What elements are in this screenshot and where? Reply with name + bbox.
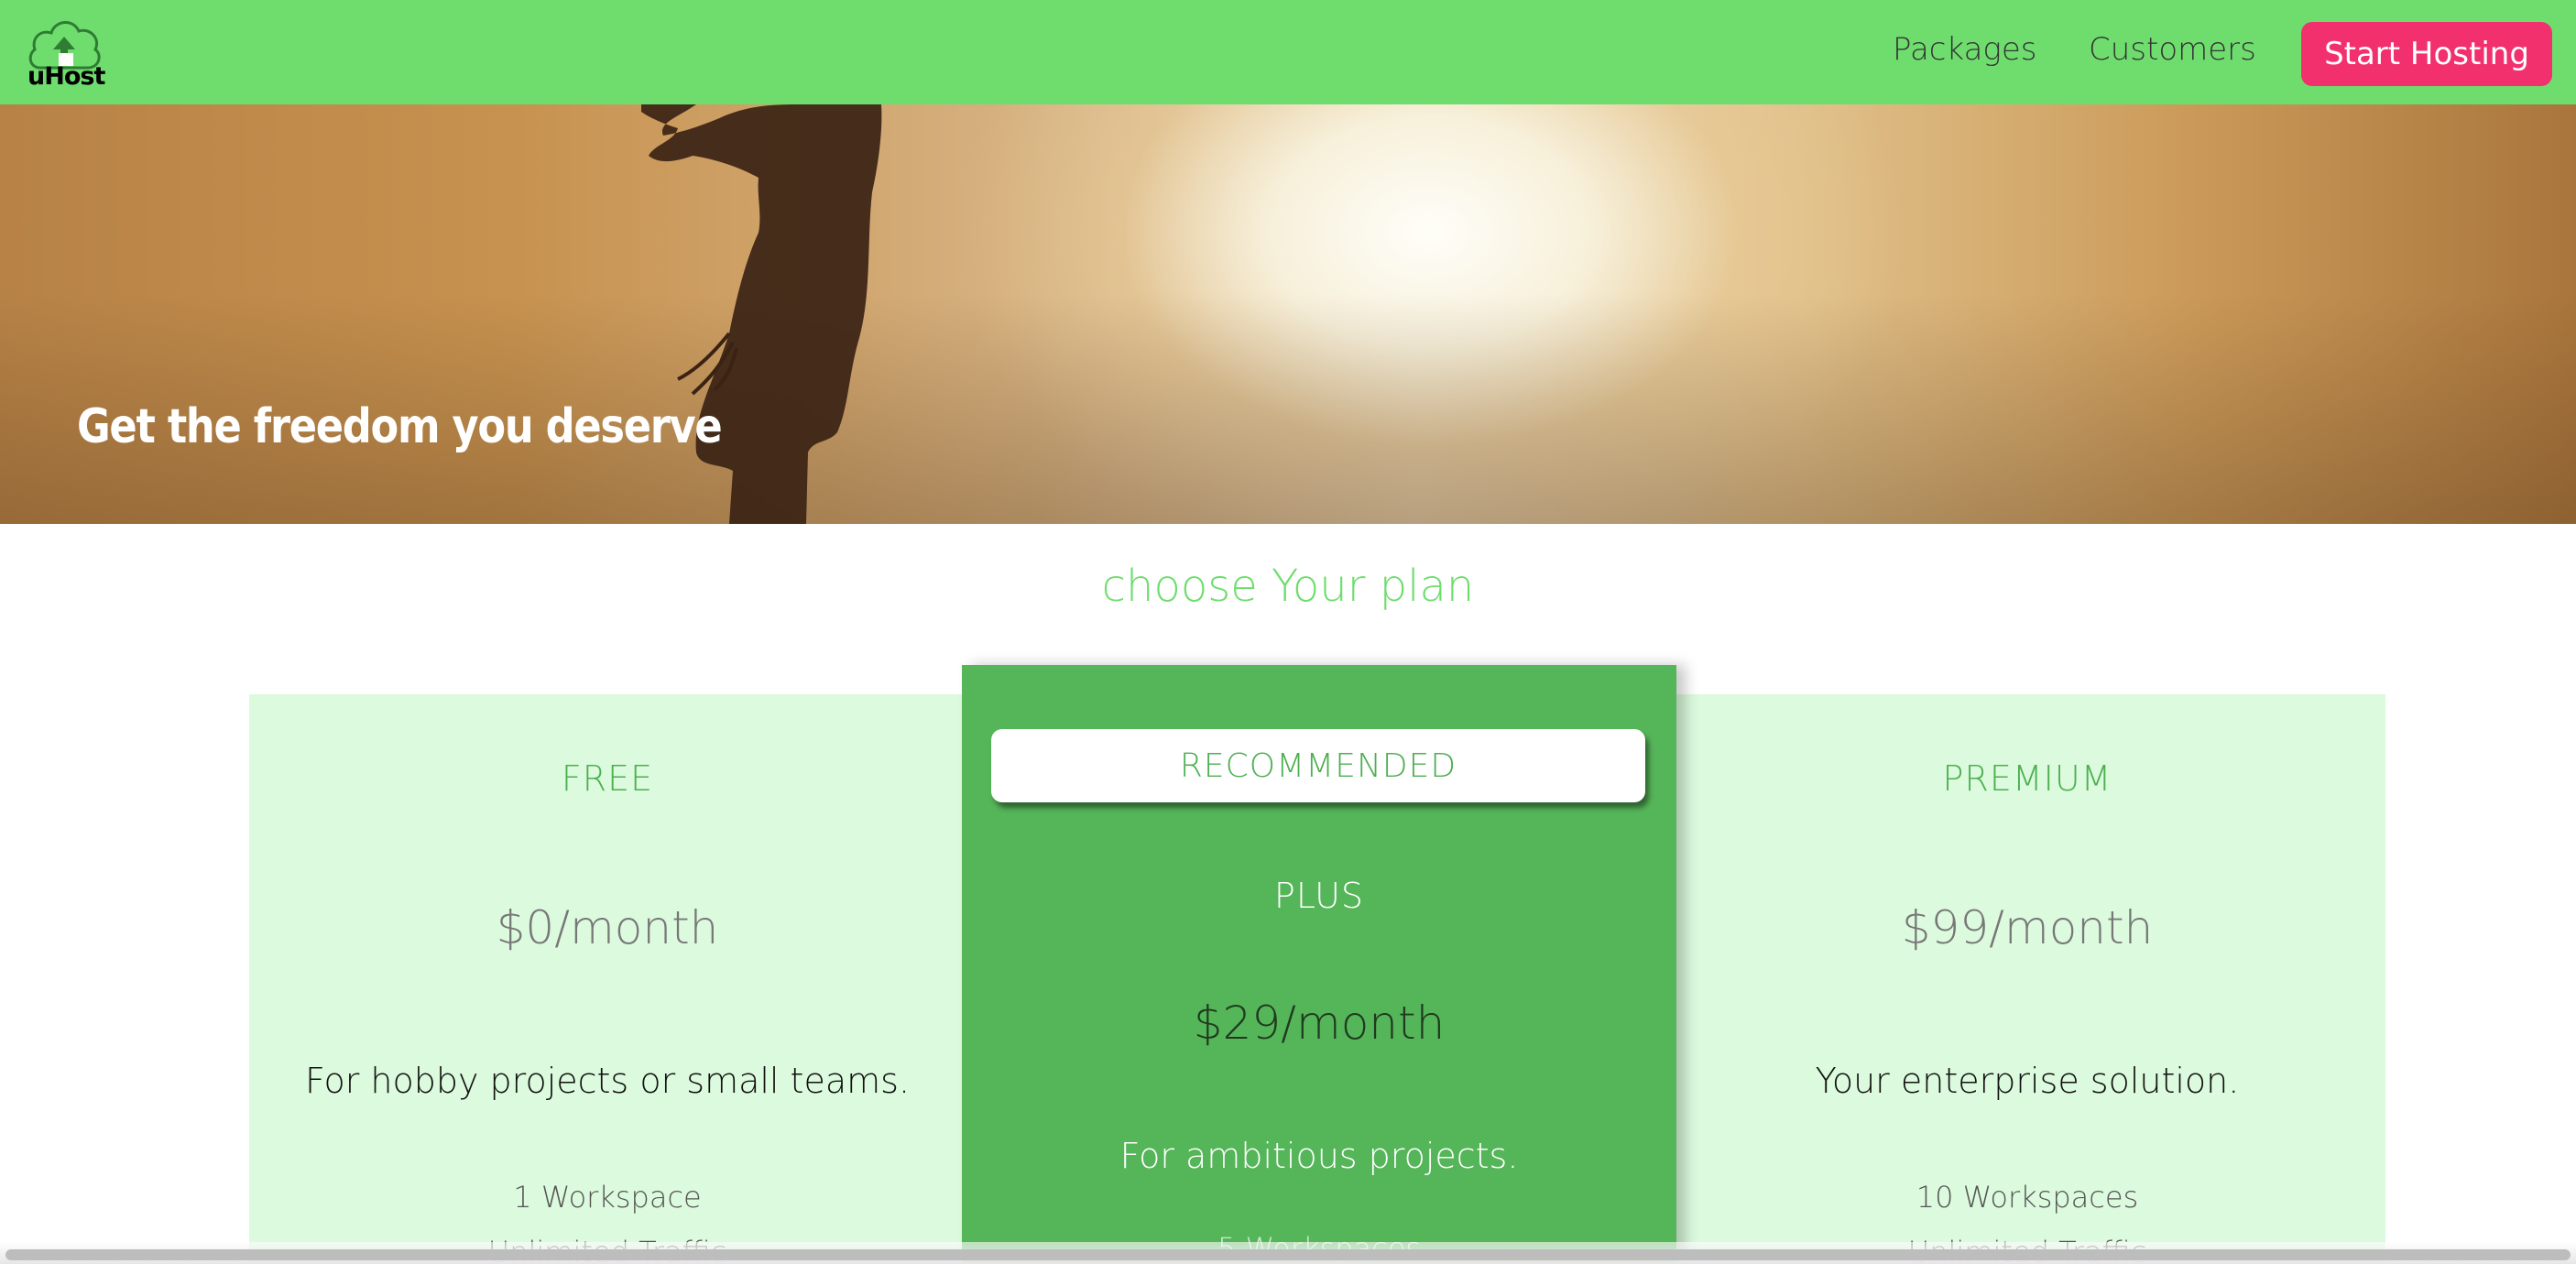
logo-text: uHost [27,62,105,91]
scrollbar-thumb[interactable] [5,1249,2571,1260]
plans-section-title: choose Your plan [1101,561,1475,612]
hero-banner: Get the freedom you deserve [0,104,2576,524]
plan-feature: 1 Workspace [513,1180,702,1215]
plan-name: PREMIUM [1942,758,2112,799]
plan-name: FREE [561,758,654,799]
start-hosting-button[interactable]: Start Hosting [2301,22,2552,86]
plan-card-plus: RECOMMENDED PLUS $29/month For ambitious… [962,665,1676,1264]
logo[interactable]: uHost [26,13,105,92]
plan-name: PLUS [1273,876,1365,916]
plan-card-premium: PREMIUM $99/month Your enterprise soluti… [1669,694,2385,1264]
person-silhouette-image [641,104,882,524]
plan-description: Your enterprise solution. [1815,1061,2240,1101]
recommended-badge: RECOMMENDED [991,729,1645,802]
plan-price: $29/month [1193,997,1446,1050]
plan-description: For ambitious projects. [1119,1136,1519,1176]
horizontal-scrollbar[interactable] [0,1242,2576,1264]
plan-feature: 10 Workspaces [1916,1180,2139,1215]
plan-card-free: FREE $0/month For hobby projects or smal… [249,694,966,1264]
plan-price: $0/month [496,901,719,954]
hero-title: Get the freedom you deserve [77,399,723,454]
plan-description: For hobby projects or small teams. [304,1061,911,1101]
nav-customers-link[interactable]: Customers [2089,31,2256,68]
plan-price: $99/month [1901,901,2154,954]
site-header: uHost Packages Customers Start Hosting [0,0,2576,104]
nav-packages-link[interactable]: Packages [1893,31,2036,68]
